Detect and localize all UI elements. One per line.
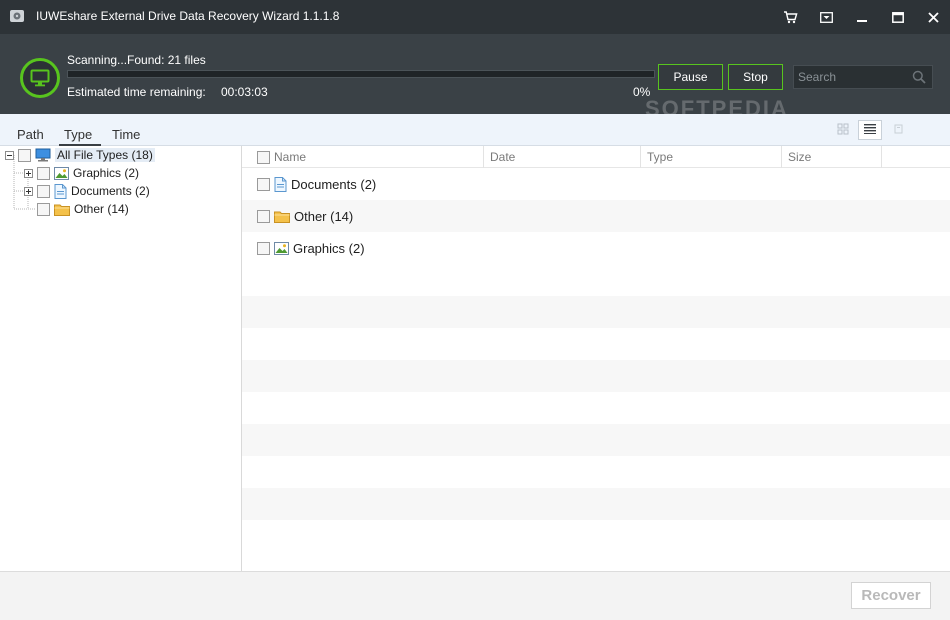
tree-checkbox-all-file-types[interactable] [18,148,31,162]
list-row-empty [242,488,950,520]
details-view-icon [893,123,905,138]
scan-status: Scanning...Found: 21 files [67,53,206,67]
tree-item-label: All File Types (18) [55,148,155,162]
monitor-icon [20,58,60,98]
title-bar: IUWEshare External Drive Data Recovery W… [0,0,950,34]
collapse-icon[interactable] [5,150,14,160]
list-row-empty [242,456,950,488]
row-name: Graphics (2) [293,240,365,256]
tree-item-label: Graphics (2) [73,166,140,180]
row-name: Documents (2) [291,176,377,192]
search-icon[interactable] [912,70,926,87]
image-icon [274,241,289,255]
expand-icon[interactable] [24,168,33,178]
expand-icon[interactable] [24,186,33,196]
menu-dropdown-icon [819,11,833,23]
row-checkbox[interactable] [257,177,270,191]
close-icon [927,11,939,23]
tree-item-graphics[interactable]: Graphics (2) [24,164,139,182]
list-row-empty [242,264,950,296]
minimize-button[interactable] [849,6,875,28]
computer-icon [35,148,51,162]
file-type-tree: All File Types (18) Graphics (2) Documen… [0,146,242,571]
recover-button[interactable]: Recover [851,582,931,609]
tree-item-label: Other (14) [74,202,129,216]
list-row-documents[interactable]: Documents (2) [242,168,950,200]
footer-bar: Recover [0,571,950,620]
window-title: IUWEshare External Drive Data Recovery W… [36,9,340,23]
maximize-button[interactable] [885,6,911,28]
column-header-type[interactable]: Type [641,146,782,168]
tab-type[interactable]: Type [64,127,92,142]
app-icon [9,8,25,24]
details-view-button[interactable] [887,120,911,140]
list-row-empty [242,392,950,424]
search-box [793,65,933,89]
close-button[interactable] [920,6,946,28]
folder-icon [274,210,290,223]
thumbnail-view-icon [837,123,849,138]
row-checkbox[interactable] [257,241,270,255]
row-checkbox[interactable] [257,209,270,223]
image-icon [54,166,69,180]
pause-button[interactable]: Pause [658,64,723,90]
tree-checkbox-documents[interactable] [37,184,50,198]
tree-item-other[interactable]: Other (14) [37,200,129,218]
list-row-empty [242,296,950,328]
column-header-label: Name [274,150,307,164]
document-icon [54,183,67,199]
list-row-empty [242,328,950,360]
progress-percent: 0% [633,85,651,99]
menu-dropdown-button[interactable] [813,6,839,28]
maximize-icon [892,11,904,23]
folder-icon [54,203,70,216]
stop-button[interactable]: Stop [728,64,783,90]
list-header: Name Date Type Size [242,146,950,168]
list-view-icon [864,123,876,137]
select-all-checkbox[interactable] [257,150,270,164]
minimize-icon [856,11,868,23]
document-icon [274,176,287,192]
file-list: Name Date Type Size Documents (2) Other … [242,146,950,571]
tree-item-label: Documents (2) [71,184,150,198]
scan-progress-bar [67,70,655,78]
column-header-size[interactable]: Size [782,146,882,168]
cart-button[interactable] [777,6,803,28]
list-row-other[interactable]: Other (14) [242,200,950,232]
tree-item-documents[interactable]: Documents (2) [24,182,150,200]
tree-checkbox-graphics[interactable] [37,166,50,180]
tree-item-all-file-types[interactable]: All File Types (18) [5,146,155,164]
list-row-empty [242,520,950,552]
scan-panel: Scanning...Found: 21 files Estimated tim… [0,34,950,121]
list-row-empty [242,360,950,392]
column-header-name[interactable]: Name [252,146,484,168]
thumbnail-view-button[interactable] [831,120,855,140]
row-name: Other (14) [294,208,354,224]
tree-checkbox-other[interactable] [37,202,50,216]
cart-icon [783,10,798,24]
list-view-button[interactable] [858,120,882,140]
tab-time[interactable]: Time [112,127,140,142]
list-row-graphics[interactable]: Graphics (2) [242,232,950,264]
search-input[interactable] [798,69,908,85]
column-header-date[interactable]: Date [484,146,641,168]
view-tab-strip: Path Type Time [0,114,950,146]
list-row-empty [242,424,950,456]
tab-path[interactable]: Path [17,127,44,142]
eta-label: Estimated time remaining: [67,85,206,99]
eta-value: 00:03:03 [221,85,268,99]
